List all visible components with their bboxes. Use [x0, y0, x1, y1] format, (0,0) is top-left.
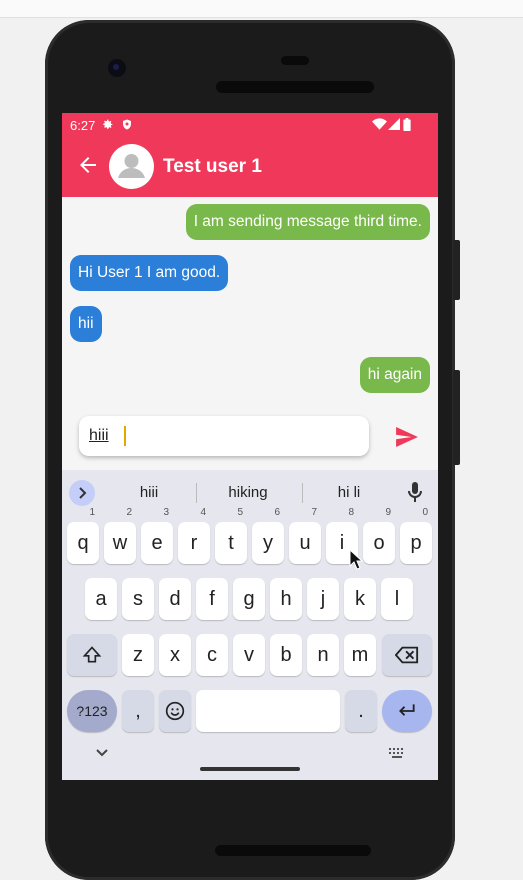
send-icon[interactable] [396, 427, 420, 447]
key-z[interactable]: z [122, 634, 154, 676]
chevron-down-icon[interactable] [95, 745, 109, 763]
key-v[interactable]: v [233, 634, 265, 676]
key-r[interactable]: r4 [178, 508, 210, 564]
key-d[interactable]: d [159, 578, 191, 620]
key-p[interactable]: p0 [400, 508, 432, 564]
soft-keyboard: hiii hiking hi li q1 w2 e3 r4 t5 y6 u7 i… [62, 470, 438, 780]
earpiece-speaker [216, 81, 374, 93]
gear-icon [101, 118, 114, 134]
key-s[interactable]: s [122, 578, 154, 620]
message-bubble-received: hii [70, 306, 102, 342]
wifi-icon [372, 118, 387, 133]
emoji-icon[interactable] [159, 690, 191, 732]
power-button [453, 370, 460, 465]
key-hint: 5 [237, 507, 243, 518]
key-label: u [299, 532, 311, 554]
suggestion-item[interactable]: hi li [304, 484, 394, 501]
enter-key[interactable] [382, 690, 432, 732]
message-bubble-sent: I am sending message third time. [185, 204, 430, 240]
suggestion-item[interactable]: hiii [104, 484, 194, 501]
key-y[interactable]: y6 [252, 508, 284, 564]
volume-button [453, 240, 460, 300]
key-b[interactable]: b [270, 634, 302, 676]
key-label: w [112, 532, 128, 554]
key-n[interactable]: n [307, 634, 339, 676]
key-hint: 3 [163, 507, 169, 518]
key-u[interactable]: u7 [289, 508, 321, 564]
keyboard-icon[interactable] [389, 745, 405, 763]
app-bar: Test user 1 [62, 137, 438, 197]
key-hint: 4 [200, 507, 206, 518]
key-label: o [373, 532, 385, 554]
divider [196, 483, 197, 503]
key-f[interactable]: f [196, 578, 228, 620]
mouse-cursor-icon [349, 548, 364, 576]
suggestion-bar: hiii hiking hi li [62, 470, 438, 514]
key-l[interactable]: l [381, 578, 413, 620]
key-label: t [228, 532, 234, 554]
battery-icon [403, 118, 411, 134]
bottom-speaker [215, 845, 371, 856]
proximity-sensor [281, 56, 309, 65]
key-hint: 2 [126, 507, 132, 518]
key-label: p [410, 532, 422, 554]
microphone-icon[interactable] [408, 482, 422, 504]
status-time: 6:27 [70, 118, 96, 133]
space-key[interactable] [196, 690, 340, 732]
browser-top-strip [0, 0, 523, 18]
chat-title: Test user 1 [163, 156, 262, 177]
key-o[interactable]: o9 [363, 508, 395, 564]
key-g[interactable]: g [233, 578, 265, 620]
message-input-value: hiii [89, 427, 109, 444]
period-key[interactable]: . [345, 690, 377, 732]
key-label: e [151, 532, 163, 554]
comma-key[interactable]: , [122, 690, 154, 732]
backspace-key[interactable] [382, 634, 432, 676]
key-hint: 1 [89, 507, 95, 518]
key-hint: 7 [311, 507, 317, 518]
key-label: q [77, 532, 89, 554]
shift-key[interactable] [67, 634, 117, 676]
key-h[interactable]: h [270, 578, 302, 620]
key-hint: 9 [385, 507, 391, 518]
front-camera [108, 59, 126, 77]
message-input[interactable]: hiii [79, 416, 369, 456]
key-label: y [263, 532, 273, 554]
key-a[interactable]: a [85, 578, 117, 620]
key-x[interactable]: x [159, 634, 191, 676]
key-c[interactable]: c [196, 634, 228, 676]
key-label: r [190, 532, 198, 554]
home-indicator[interactable] [200, 767, 300, 771]
status-bar: 6:27 [62, 113, 438, 137]
navigation-bar [62, 735, 438, 780]
text-caret [124, 426, 126, 446]
key-q[interactable]: q1 [67, 508, 99, 564]
key-hint: 0 [422, 507, 428, 518]
symbols-key[interactable]: ?123 [67, 690, 117, 732]
suggestion-item[interactable]: hiking [203, 484, 293, 501]
key-m[interactable]: m [344, 634, 376, 676]
key-j[interactable]: j [307, 578, 339, 620]
key-w[interactable]: w2 [104, 508, 136, 564]
shield-icon [121, 118, 133, 134]
key-hint: 8 [348, 507, 354, 518]
key-k[interactable]: k [344, 578, 376, 620]
key-label: i [339, 532, 345, 554]
key-e[interactable]: e3 [141, 508, 173, 564]
chevron-right-icon[interactable] [69, 480, 95, 506]
phone-screen: 6:27 Test user 1 I am sending message th… [62, 113, 438, 780]
message-bubble-received: Hi User 1 I am good. [70, 255, 229, 291]
person-icon[interactable] [109, 144, 154, 189]
message-bubble-sent: hi again [359, 357, 430, 393]
key-t[interactable]: t5 [215, 508, 247, 564]
arrow-left-icon[interactable] [76, 153, 100, 177]
signal-icon [388, 118, 400, 133]
key-hint: 6 [274, 507, 280, 518]
divider [302, 483, 303, 503]
